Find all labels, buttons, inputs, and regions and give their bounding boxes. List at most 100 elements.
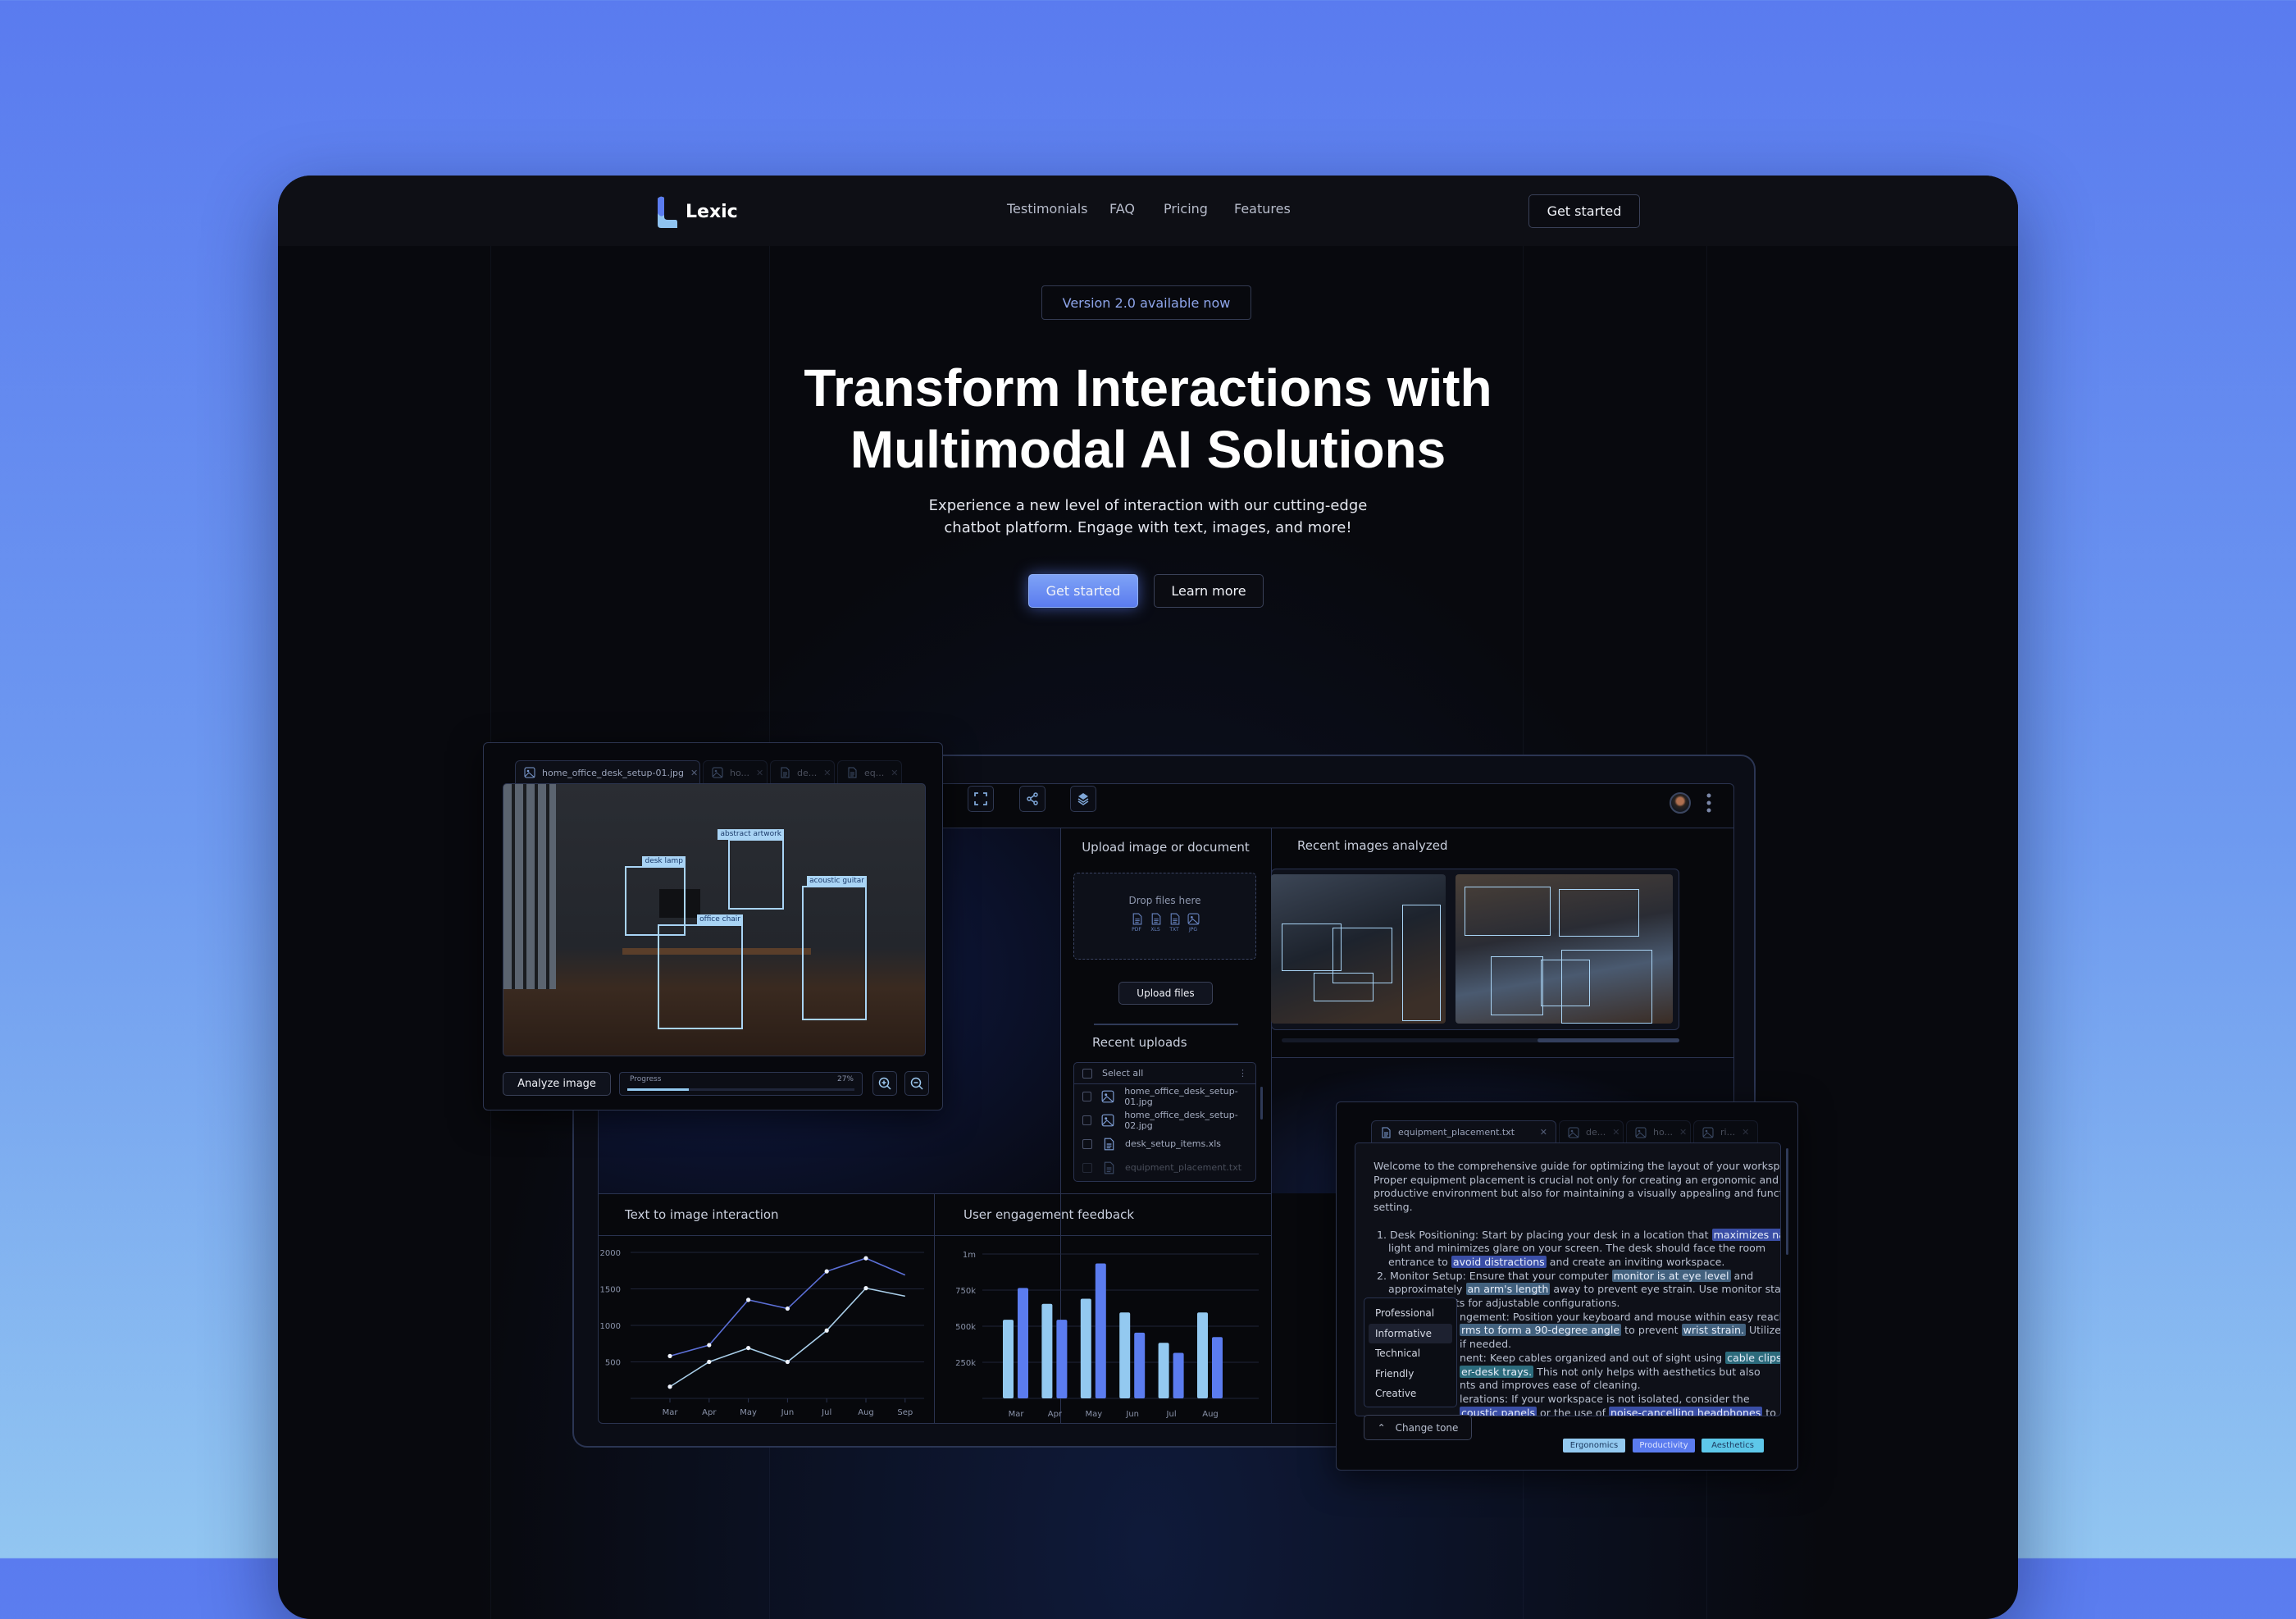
file-checkbox[interactable] xyxy=(1082,1115,1092,1125)
select-all-checkbox[interactable] xyxy=(1082,1068,1092,1079)
tag-ergonomics[interactable]: Ergonomics xyxy=(1563,1439,1625,1453)
y-tick-label: 750k xyxy=(955,1287,976,1296)
layers-button[interactable] xyxy=(1070,786,1096,812)
upload-files-button[interactable]: Upload files xyxy=(1118,982,1213,1005)
close-icon[interactable]: ✕ xyxy=(756,768,763,778)
gallery-scrollbar-thumb[interactable] xyxy=(1538,1038,1679,1042)
text-segment: lerations: If your workspace is not isol… xyxy=(1460,1392,1750,1405)
file-tab[interactable]: ho... ✕ xyxy=(703,760,768,784)
select-all-row[interactable]: Select all ⋮ xyxy=(1074,1063,1255,1084)
file-tab[interactable]: eq... ✕ xyxy=(837,760,902,784)
highlighted-phrase: noise-cancelling headphones xyxy=(1609,1406,1763,1416)
recent-images-title: Recent images analyzed xyxy=(1297,838,1448,853)
y-tick-label: 2000 xyxy=(600,1249,621,1258)
file-tab[interactable]: ri... ✕ xyxy=(1693,1120,1758,1143)
file-icon xyxy=(846,767,858,778)
highlighted-phrase: er-desk trays. xyxy=(1460,1365,1534,1378)
expand-button[interactable] xyxy=(968,786,994,812)
file-checkbox[interactable] xyxy=(1082,1162,1092,1173)
highlighted-phrase: coustic panels xyxy=(1460,1406,1538,1416)
image-icon xyxy=(524,767,535,778)
change-tone-button[interactable]: ⌃ Change tone xyxy=(1364,1415,1472,1440)
detection-box[interactable]: acoustic guitar xyxy=(802,876,867,1020)
recent-image-thumbnail[interactable] xyxy=(1456,874,1673,1024)
close-icon[interactable]: ✕ xyxy=(1679,1127,1687,1138)
hero-get-started-button[interactable]: Get started xyxy=(1028,574,1138,608)
tag-productivity[interactable]: Productivity xyxy=(1633,1439,1695,1453)
file-checkbox[interactable] xyxy=(1082,1091,1092,1101)
detection-label: acoustic guitar xyxy=(807,876,867,887)
analyzed-image[interactable]: desk lamp abstract artwork office chair … xyxy=(503,783,926,1056)
gallery-scrollbar[interactable] xyxy=(1282,1038,1679,1042)
tab-label: ho... xyxy=(1653,1127,1673,1138)
brand-logo[interactable]: Lexic xyxy=(656,195,738,228)
tone-option-professional[interactable]: Professional xyxy=(1369,1303,1452,1324)
drop-zone[interactable]: Drop files here PDF XLS TXT JPG xyxy=(1073,873,1256,960)
upload-list-item[interactable]: home_office_desk_setup-02.jpg xyxy=(1074,1108,1255,1132)
nav-link-pricing[interactable]: Pricing xyxy=(1164,201,1208,217)
nav-get-started-button[interactable]: Get started xyxy=(1528,194,1640,228)
close-icon[interactable]: ✕ xyxy=(1540,1127,1547,1138)
share-icon xyxy=(1027,792,1038,805)
close-icon[interactable]: ✕ xyxy=(1742,1127,1749,1138)
data-point xyxy=(785,1359,790,1365)
zoom-in-button[interactable] xyxy=(872,1071,897,1096)
file-type-pdf: PDF xyxy=(1131,913,1143,933)
file-icon xyxy=(1102,1161,1115,1174)
learn-more-button[interactable]: Learn more xyxy=(1154,574,1264,608)
x-tick-label: Jun xyxy=(781,1408,795,1417)
close-icon[interactable]: ✕ xyxy=(690,768,698,778)
version-badge[interactable]: Version 2.0 available now xyxy=(1041,285,1251,320)
list-scrollbar[interactable] xyxy=(1260,1087,1263,1120)
nav-link-testimonials[interactable]: Testimonials xyxy=(1007,201,1088,217)
x-tick-label: Jun xyxy=(1125,1410,1139,1419)
tab-label: de... xyxy=(1586,1127,1606,1138)
x-tick-label: Mar xyxy=(663,1408,679,1417)
file-tab[interactable]: home_office_desk_setup-01.jpg ✕ xyxy=(515,760,700,784)
upload-title: Upload image or document xyxy=(1082,840,1250,855)
file-tab[interactable]: de... ✕ xyxy=(1559,1120,1624,1143)
share-button[interactable] xyxy=(1019,786,1046,812)
detection-box[interactable]: abstract artwork xyxy=(718,829,784,910)
detection-box[interactable]: office chair xyxy=(658,914,743,1029)
bar xyxy=(1003,1320,1014,1398)
text-segment: nent: Keep cables organized and out of s… xyxy=(1460,1351,1726,1364)
text-segment: Utilize xyxy=(1745,1324,1781,1337)
bar xyxy=(1018,1288,1028,1398)
upload-list-item[interactable]: equipment_placement.txt xyxy=(1074,1156,1255,1179)
line-chart-title: Text to image interaction xyxy=(625,1207,779,1222)
file-tab[interactable]: de... ✕ xyxy=(770,760,835,784)
more-vertical-icon[interactable] xyxy=(1706,792,1712,814)
zoom-out-button[interactable] xyxy=(904,1071,929,1096)
detection-label: abstract artwork xyxy=(718,829,784,840)
close-icon[interactable]: ✕ xyxy=(1612,1127,1620,1138)
document-line: nent: Keep cables organized and out of s… xyxy=(1460,1351,1780,1364)
analyze-image-button[interactable]: Analyze image xyxy=(503,1072,611,1096)
close-icon[interactable]: ✕ xyxy=(891,768,898,778)
document-scrollbar[interactable] xyxy=(1786,1148,1788,1255)
close-icon[interactable]: ✕ xyxy=(823,768,831,778)
tone-option-informative[interactable]: Informative xyxy=(1369,1323,1452,1343)
file-type-jpg: JPG xyxy=(1187,913,1200,933)
x-tick-label: Aug xyxy=(1202,1410,1219,1419)
file-icon xyxy=(779,767,790,778)
file-tab[interactable]: ho... ✕ xyxy=(1626,1120,1691,1143)
upload-list-item[interactable]: desk_setup_items.xls xyxy=(1074,1132,1255,1156)
x-tick-label: Mar xyxy=(1009,1410,1025,1419)
tag-aesthetics[interactable]: Aesthetics xyxy=(1702,1439,1764,1453)
tone-option-friendly[interactable]: Friendly xyxy=(1369,1364,1452,1384)
data-point xyxy=(667,1384,672,1389)
upload-list-item[interactable]: home_office_desk_setup-01.jpg xyxy=(1074,1084,1255,1108)
text-segment: away to prevent eye strain. Use monitor … xyxy=(1550,1283,1781,1296)
recent-image-thumbnail[interactable] xyxy=(1271,874,1446,1024)
brand-name: Lexic xyxy=(686,201,738,222)
tone-option-creative[interactable]: Creative xyxy=(1369,1384,1452,1404)
file-checkbox[interactable] xyxy=(1082,1138,1092,1149)
file-tab[interactable]: equipment_placement.txt ✕ xyxy=(1371,1120,1556,1143)
text-segment: light and minimizes glare on your screen… xyxy=(1388,1242,1766,1255)
nav-link-faq[interactable]: FAQ xyxy=(1109,201,1135,217)
nav-link-features[interactable]: Features xyxy=(1234,201,1291,217)
tone-option-technical[interactable]: Technical xyxy=(1369,1343,1452,1364)
data-point xyxy=(746,1297,751,1302)
user-avatar[interactable] xyxy=(1670,792,1691,814)
